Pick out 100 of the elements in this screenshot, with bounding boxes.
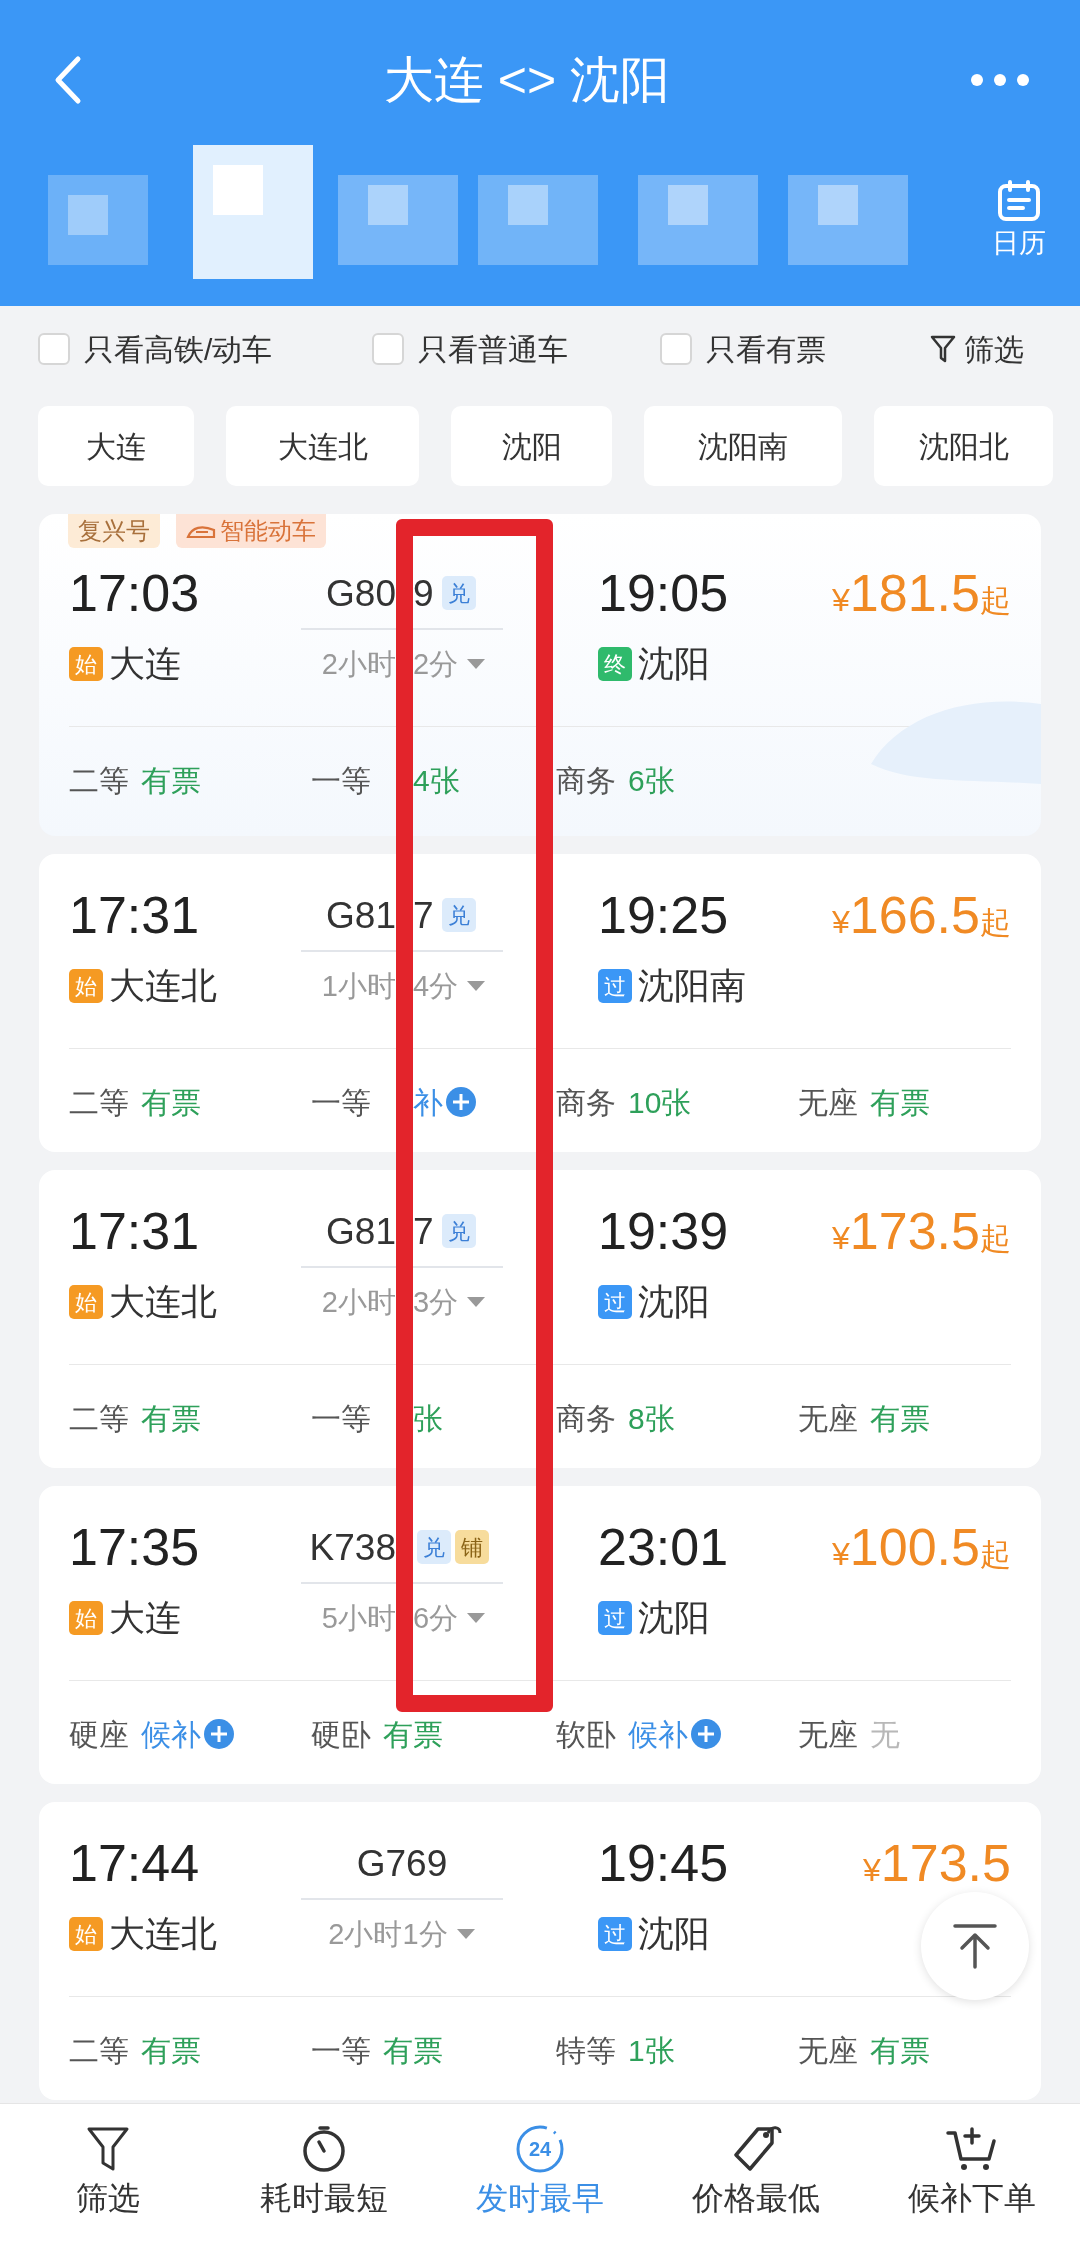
seat-class: 硬座 [69, 1716, 129, 1753]
window-title: 大连 <> 沈阳 [382, 55, 672, 105]
station-chip[interactable]: 沈阳北 [874, 406, 1053, 486]
station-badge: 始 [69, 1285, 103, 1319]
stopwatch-icon [300, 2124, 348, 2174]
station-badge: 过 [598, 1601, 632, 1635]
station-name: 沈阳 [638, 646, 710, 682]
seat-class: 商务 [556, 1400, 616, 1437]
train-number: G81 [326, 1212, 396, 1250]
station-chip[interactable]: 大连北 [226, 406, 419, 486]
train-card[interactable]: 17:44 G769 19:45 ¥173.5 始 大连北 2小时1分 过 沈阳 二等 有票 一等 有票 特等 1张 无座 有票 [39, 1802, 1041, 2100]
seat-class: 软卧 [556, 1716, 616, 1753]
seat-class: 特等 [556, 2032, 616, 2069]
station-name: 沈阳 [638, 1600, 710, 1636]
arrival-time: 19:25 [598, 889, 729, 941]
station-name: 大连北 [109, 968, 217, 1004]
sort-tab[interactable]: 筛选 [0, 2104, 216, 2243]
arrival-time: 23:01 [598, 1521, 729, 1573]
station-badge: 过 [598, 1917, 632, 1951]
seat-class: 无座 [798, 1084, 858, 1121]
filter-label[interactable]: 只看有票 [706, 326, 826, 372]
train-number: G80 [326, 574, 396, 612]
dropdown-caret-icon[interactable] [455, 1928, 476, 1940]
station-badge: 过 [598, 1285, 632, 1319]
seat-availability: 8张 [628, 1400, 675, 1437]
seat-class: 商务 [556, 762, 616, 799]
station-name: 大连 [109, 1600, 181, 1636]
seat-availability: 有票 [870, 1400, 930, 1437]
train-card[interactable]: 复兴号 智能动车 17:03 G80 9 兑 19:05 ¥181.5起 始 大连 2小时 2分 终 沈阳 二等 有票 一等 4张 商务 6张 [39, 514, 1041, 836]
seat-availability: 10张 [628, 1084, 692, 1121]
seat-availability: 1张 [628, 2032, 675, 2069]
checkbox[interactable] [38, 333, 70, 365]
departure-time: 17:44 [69, 1837, 201, 1889]
dropdown-caret-icon[interactable] [466, 980, 487, 992]
add-circle-icon[interactable] [445, 1086, 477, 1118]
seat-class: 一等 [311, 763, 371, 797]
seat-availability: 有票 [141, 1084, 201, 1121]
station-name: 大连 [109, 646, 181, 682]
train-number: 7 [413, 896, 434, 934]
dropdown-caret-icon[interactable] [466, 1296, 487, 1308]
price: ¥173.5起 [832, 1205, 1011, 1257]
dropdown-caret-icon[interactable] [466, 658, 487, 670]
seat-availability: 有票 [383, 1716, 443, 1753]
filter-label[interactable]: 只看高铁/动车 [84, 326, 273, 372]
station-badge: 始 [69, 969, 103, 1003]
seat-availability: 有票 [383, 2032, 443, 2069]
departure-time: 17:35 [69, 1521, 201, 1573]
checkbox[interactable] [372, 333, 404, 365]
station-badge: 终 [598, 647, 632, 681]
seat-class: 二等 [69, 762, 129, 799]
filter-label[interactable]: 只看普通车 [418, 326, 568, 372]
train-card[interactable]: 17:31 G81 7 兑 19:25 ¥166.5起 始 大连北 1小时 4分 过 沈阳南 二等 有票 一等 补 商务 10张 无座 有票 [39, 854, 1041, 1152]
calendar-icon[interactable] [997, 180, 1041, 222]
seat-class: 无座 [798, 1716, 858, 1753]
sort-tab[interactable]: 候补下单 [864, 2104, 1080, 2243]
price: ¥173.5 [863, 1837, 1011, 1889]
more-icon[interactable] [970, 73, 1030, 87]
station-chip[interactable]: 沈阳南 [644, 406, 842, 486]
train-tag: 铺 [455, 1530, 489, 1564]
seat-class: 一等 [311, 1401, 371, 1435]
arrival-time: 19:45 [598, 1837, 729, 1889]
seat-class: 一等 [311, 1085, 371, 1119]
filter-button[interactable]: 筛选 [964, 326, 1024, 372]
seat-class: 二等 [69, 1084, 129, 1121]
seat-class: 无座 [798, 1400, 858, 1437]
station-chip[interactable]: 大连 [38, 406, 194, 486]
train-number: G769 [356, 1844, 448, 1882]
seat-availability: 有票 [141, 2032, 201, 2069]
price: ¥181.5起 [832, 567, 1011, 619]
clock-icon: 24 [515, 2124, 565, 2174]
arrow-to-top-icon [952, 1923, 998, 1969]
station-name: 沈阳 [638, 1284, 710, 1320]
train-card[interactable]: 17:31 G81 7 兑 19:39 ¥173.5起 始 大连北 2小时 3分 过 沈阳 二等 有票 一等 张 商务 8张 无座 有票 [39, 1170, 1041, 1468]
filter-icon[interactable] [930, 334, 956, 364]
train-card[interactable]: 17:35 K738 兑 铺 23:01 ¥100.5起 始 大连 5小时 6分 过 沈阳 硬座 候补 硬卧 有票 软卧 候补 无座 无 [39, 1486, 1041, 1784]
seat-class: 商务 [556, 1084, 616, 1121]
train-number: K738 [309, 1528, 396, 1566]
seat-availability: 有票 [870, 1084, 930, 1121]
checkbox[interactable] [660, 333, 692, 365]
train-label: 复兴号 [68, 514, 160, 548]
dropdown-caret-icon[interactable] [466, 1612, 487, 1624]
train-number: G81 [326, 896, 396, 934]
price: ¥100.5起 [832, 1521, 1011, 1573]
station-name: 沈阳南 [638, 968, 746, 1004]
station-name: 大连北 [109, 1916, 217, 1952]
price: ¥166.5起 [832, 889, 1011, 941]
add-circle-icon[interactable] [203, 1718, 235, 1750]
seat-availability: 有票 [141, 1400, 201, 1437]
station-name: 大连北 [109, 1284, 217, 1320]
train-tag: 兑 [441, 898, 476, 932]
train-tag: 兑 [441, 1214, 476, 1248]
station-badge: 始 [69, 1601, 103, 1635]
station-badge: 始 [69, 647, 103, 681]
station-badge: 始 [69, 1917, 103, 1951]
seat-availability: 4张 [413, 762, 460, 799]
station-chip[interactable]: 沈阳 [451, 406, 612, 486]
sort-tab[interactable]: 价格最低 [648, 2104, 864, 2243]
sort-tab[interactable]: 耗时最短 [216, 2104, 432, 2243]
seat-class: 二等 [69, 2032, 129, 2069]
add-circle-icon[interactable] [690, 1718, 722, 1750]
